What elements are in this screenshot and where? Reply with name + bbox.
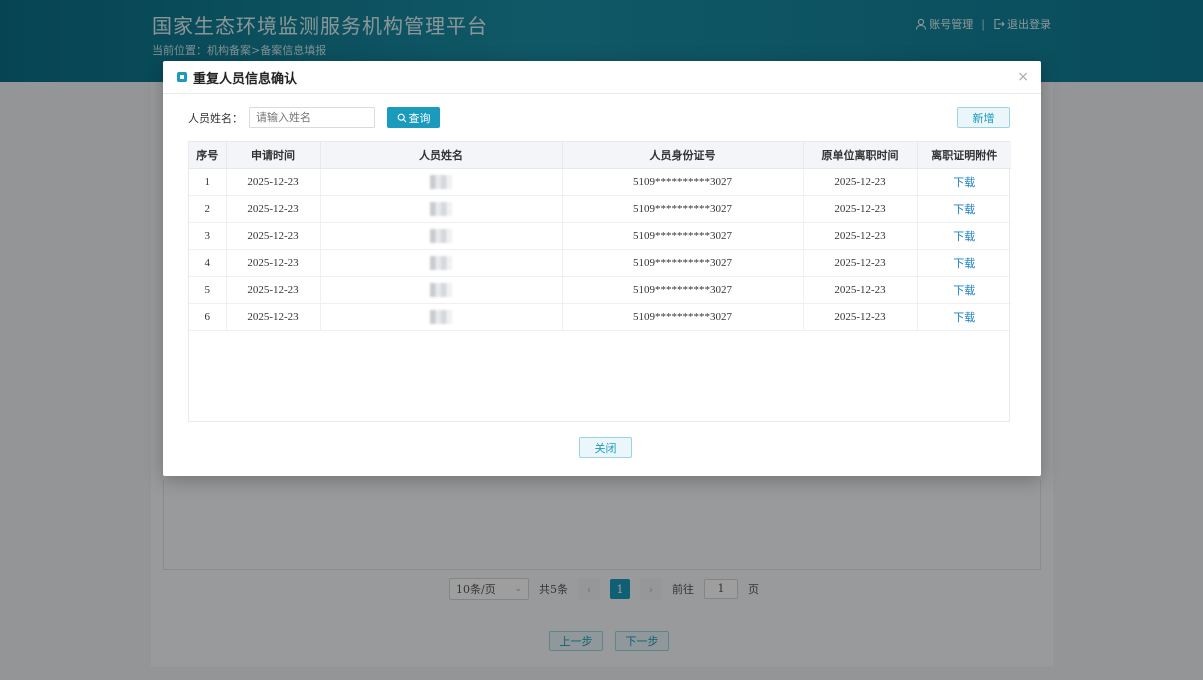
cell-index: 3 — [189, 222, 227, 250]
download-link[interactable]: 下载 — [917, 276, 1011, 304]
table-row: 4 2025-12-23 5109**********3027 2025-12-… — [189, 249, 1011, 277]
name-search-input[interactable] — [249, 107, 375, 128]
column-header: 申请时间 — [226, 142, 321, 169]
cell-person-name — [320, 249, 563, 277]
cell-index: 4 — [189, 249, 227, 277]
cell-apply-date: 2025-12-23 — [226, 249, 321, 277]
cell-id-number: 5109**********3027 — [562, 195, 804, 223]
column-header: 人员姓名 — [320, 142, 563, 169]
redacted-name — [430, 228, 452, 243]
column-header: 离职证明附件 — [917, 142, 1011, 169]
cell-person-name — [320, 222, 563, 250]
download-link[interactable]: 下载 — [917, 168, 1011, 196]
download-link[interactable]: 下载 — [917, 303, 1011, 331]
cell-id-number: 5109**********3027 — [562, 222, 804, 250]
search-icon — [397, 113, 406, 122]
column-header: 原单位离职时间 — [803, 142, 918, 169]
cell-index: 1 — [189, 168, 227, 196]
cell-apply-date: 2025-12-23 — [226, 276, 321, 304]
name-search-label: 人员姓名： — [188, 111, 243, 125]
duplicate-person-table: 序号 申请时间 人员姓名 人员身份证号 原单位离职时间 离职证明附件 1 202… — [188, 141, 1011, 422]
cell-person-name — [320, 276, 563, 304]
cell-leave-date: 2025-12-23 — [803, 249, 918, 277]
cell-index: 6 — [189, 303, 227, 331]
cell-id-number: 5109**********3027 — [562, 276, 804, 304]
close-icon[interactable]: × — [1017, 69, 1029, 85]
cell-leave-date: 2025-12-23 — [803, 168, 918, 196]
cell-person-name — [320, 195, 563, 223]
cell-apply-date: 2025-12-23 — [226, 168, 321, 196]
cell-id-number: 5109**********3027 — [562, 249, 804, 277]
search-button-label: 查询 — [408, 111, 431, 125]
cell-leave-date: 2025-12-23 — [803, 195, 918, 223]
redacted-name — [430, 255, 452, 270]
dialog-header: 重复人员信息确认 × — [163, 61, 1041, 94]
cell-apply-date: 2025-12-23 — [226, 303, 321, 331]
cell-id-number: 5109**********3027 — [562, 168, 804, 196]
download-link[interactable]: 下载 — [917, 222, 1011, 250]
redacted-name — [430, 282, 452, 297]
column-header: 序号 — [189, 142, 227, 169]
table-row: 2 2025-12-23 5109**********3027 2025-12-… — [189, 195, 1011, 223]
table-header-row: 序号 申请时间 人员姓名 人员身份证号 原单位离职时间 离职证明附件 — [189, 142, 1011, 169]
download-link[interactable]: 下载 — [917, 249, 1011, 277]
column-header: 人员身份证号 — [562, 142, 804, 169]
cell-index: 2 — [189, 195, 227, 223]
search-button[interactable]: 查询 — [387, 107, 440, 128]
search-bar: 人员姓名： 查询 — [188, 107, 440, 128]
table-row: 5 2025-12-23 5109**********3027 2025-12-… — [189, 276, 1011, 304]
table-row: 1 2025-12-23 5109**********3027 2025-12-… — [189, 168, 1011, 196]
table-row: 3 2025-12-23 5109**********3027 2025-12-… — [189, 222, 1011, 250]
cell-person-name — [320, 168, 563, 196]
cell-apply-date: 2025-12-23 — [226, 222, 321, 250]
dialog-title: 重复人员信息确认 — [193, 71, 298, 87]
cell-person-name — [320, 303, 563, 331]
redacted-name — [430, 174, 452, 189]
duplicate-person-dialog: 重复人员信息确认 × 人员姓名： 查询 新增 序号 申请时间 人员姓名 人员身份… — [163, 61, 1041, 476]
close-dialog-button[interactable]: 关闭 — [579, 437, 632, 458]
cell-index: 5 — [189, 276, 227, 304]
redacted-name — [430, 201, 452, 216]
cell-leave-date: 2025-12-23 — [803, 222, 918, 250]
cell-id-number: 5109**********3027 — [562, 303, 804, 331]
cell-apply-date: 2025-12-23 — [226, 195, 321, 223]
cell-leave-date: 2025-12-23 — [803, 303, 918, 331]
table-row: 6 2025-12-23 5109**********3027 2025-12-… — [189, 303, 1011, 331]
cell-leave-date: 2025-12-23 — [803, 276, 918, 304]
dialog-title-icon — [177, 72, 187, 82]
add-button[interactable]: 新增 — [957, 107, 1010, 128]
download-link[interactable]: 下载 — [917, 195, 1011, 223]
redacted-name — [430, 309, 452, 324]
